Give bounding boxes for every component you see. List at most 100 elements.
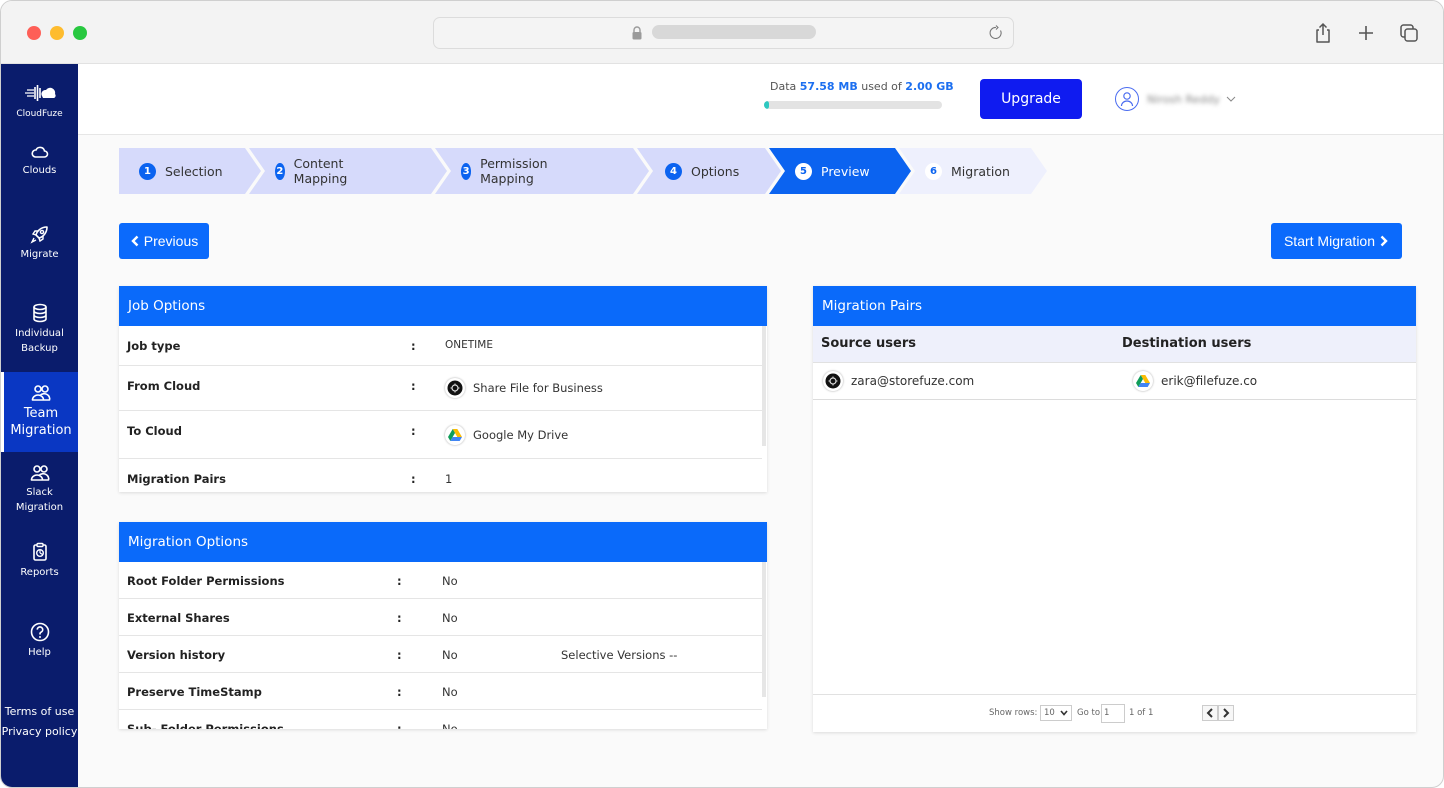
sidebar-item-clouds[interactable]: Clouds <box>1 144 78 178</box>
sidebar-item-help[interactable]: Help <box>1 622 78 660</box>
user-name: Nirosh Reddy <box>1147 92 1220 106</box>
cloud-icon <box>30 146 48 158</box>
chevron-left-icon <box>131 235 139 247</box>
column-destination-users: Destination users <box>1122 336 1252 351</box>
prev-page-button[interactable] <box>1202 705 1218 721</box>
previous-button[interactable]: Previous <box>119 223 209 259</box>
option-separator: : <box>411 379 416 393</box>
migration-option-row: Sub- Folder Permissions : No <box>119 710 762 729</box>
step-preview[interactable]: 5 Preview <box>795 148 870 194</box>
step-label: Content Mapping <box>293 156 348 186</box>
to-cloud-name: Google My Drive <box>473 428 569 442</box>
chevron-down-icon <box>1060 710 1068 716</box>
terms-of-use-link[interactable]: Terms of use <box>1 705 78 718</box>
sidebar-item-label: Migrate <box>20 249 59 260</box>
rows-per-page-select[interactable]: 10 <box>1040 705 1072 721</box>
sidebar-item-team-migration[interactable]: Team Migration <box>1 372 78 452</box>
step-number: 5 <box>795 162 812 180</box>
selective-versions-value: Selective Versions -- <box>561 648 678 662</box>
step-label: Preview <box>821 163 870 179</box>
migration-options-title: Migration Options <box>119 522 767 562</box>
next-page-button[interactable] <box>1218 705 1234 721</box>
google-drive-icon <box>1133 371 1153 391</box>
option-separator: : <box>397 722 402 729</box>
privacy-policy-link[interactable]: Privacy policy <box>1 725 78 738</box>
page-info: 1 of 1 <box>1129 708 1154 718</box>
option-separator: : <box>411 472 416 486</box>
start-migration-button[interactable]: Start Migration <box>1271 223 1402 259</box>
chevron-right-icon <box>1223 708 1230 718</box>
step-migration[interactable]: 6 Migration <box>925 148 1010 194</box>
sidebar-item-individual-backup[interactable]: Individual Backup <box>1 303 78 356</box>
start-migration-label: Start Migration <box>1283 233 1376 249</box>
goto-page-input[interactable]: 1 <box>1101 704 1125 723</box>
step-content-mapping[interactable]: 2 Content Mapping <box>275 148 355 194</box>
option-key: Migration Pairs <box>127 472 226 486</box>
destination-user-cell[interactable]: erik@filefuze.co <box>1133 371 1257 391</box>
share-icon[interactable] <box>1311 21 1335 45</box>
browser-toolbar <box>1 1 1443 64</box>
job-options-scrollbar[interactable] <box>762 326 766 446</box>
sidebar: CloudFuze Clouds Migrate Individual Back… <box>1 64 78 787</box>
option-key: Version history <box>127 648 226 662</box>
step-number: 3 <box>461 162 472 180</box>
google-drive-icon <box>445 425 465 445</box>
step-number: 6 <box>925 162 942 180</box>
option-value: No <box>442 574 458 588</box>
option-separator: : <box>397 648 402 662</box>
rows-per-page-value: 10 <box>1044 708 1055 718</box>
source-user-cell[interactable]: zara@storefuze.com <box>823 371 974 391</box>
storage-quota-bar <box>764 101 942 109</box>
sidebar-item-label: Migration <box>15 502 64 513</box>
sidebar-item-label: Clouds <box>22 165 57 176</box>
users-icon <box>31 385 51 401</box>
maximize-window-button[interactable] <box>73 26 87 40</box>
option-key: Root Folder Permissions <box>127 574 285 588</box>
option-key: To Cloud <box>127 424 182 438</box>
address-bar[interactable] <box>433 17 1014 49</box>
step-options[interactable]: 4 Options <box>665 148 739 194</box>
users-icon <box>30 465 49 481</box>
previous-label: Previous <box>143 233 199 249</box>
migration-pairs-title: Migration Pairs <box>813 286 1416 326</box>
migration-option-row: Version history : No Selective Versions … <box>119 636 762 673</box>
option-value: ONETIME <box>445 339 493 351</box>
sidebar-item-migrate[interactable]: Migrate <box>1 224 78 262</box>
url-text-redacted <box>652 25 816 39</box>
chevron-right-icon <box>1380 235 1388 247</box>
sidebar-item-label: Team <box>23 406 59 421</box>
user-avatar-icon <box>1115 87 1139 111</box>
step-number: 2 <box>275 162 285 180</box>
column-source-users: Source users <box>821 336 916 351</box>
migration-options-scrollbar[interactable] <box>762 562 766 697</box>
sidebar-item-slack-migration[interactable]: Slack Migration <box>1 464 78 515</box>
job-option-row: From Cloud : Share File for Business <box>119 366 762 411</box>
cloudfuze-logo[interactable]: CloudFuze <box>1 64 78 134</box>
job-option-row: Migration Pairs : 1 <box>119 459 762 492</box>
option-value-cloud: Google My Drive <box>445 425 568 445</box>
plus-icon[interactable] <box>1354 21 1378 45</box>
step-selection[interactable]: 1 Selection <box>139 148 223 194</box>
option-separator: : <box>397 574 402 588</box>
sidebar-item-reports[interactable]: Reports <box>1 542 78 580</box>
close-window-button[interactable] <box>27 26 41 40</box>
tabs-icon[interactable] <box>1397 21 1421 45</box>
option-separator: : <box>397 685 402 699</box>
step-number: 4 <box>665 162 682 180</box>
user-menu[interactable]: Nirosh Reddy <box>1115 86 1236 112</box>
migration-option-row: Preserve TimeStamp : No <box>119 673 762 710</box>
reload-icon[interactable] <box>987 24 1005 42</box>
sidebar-item-label: Individual <box>15 328 64 339</box>
sidebar-item-label: Help <box>28 647 51 658</box>
quota-mid: used of <box>861 80 902 93</box>
option-key: External Shares <box>127 611 230 625</box>
step-permission-mapping[interactable]: 3 Permission Mapping <box>461 148 554 194</box>
option-key: Job type <box>127 339 181 353</box>
migration-options-panel: Migration Options Root Folder Permission… <box>119 522 767 729</box>
job-option-row: To Cloud : Google My Drive <box>119 411 762 459</box>
option-key: Sub- Folder Permissions <box>127 722 284 729</box>
upgrade-button[interactable]: Upgrade <box>980 79 1082 119</box>
stepper-background <box>119 148 1047 194</box>
minimize-window-button[interactable] <box>50 26 64 40</box>
step-label: Selection <box>165 163 223 179</box>
